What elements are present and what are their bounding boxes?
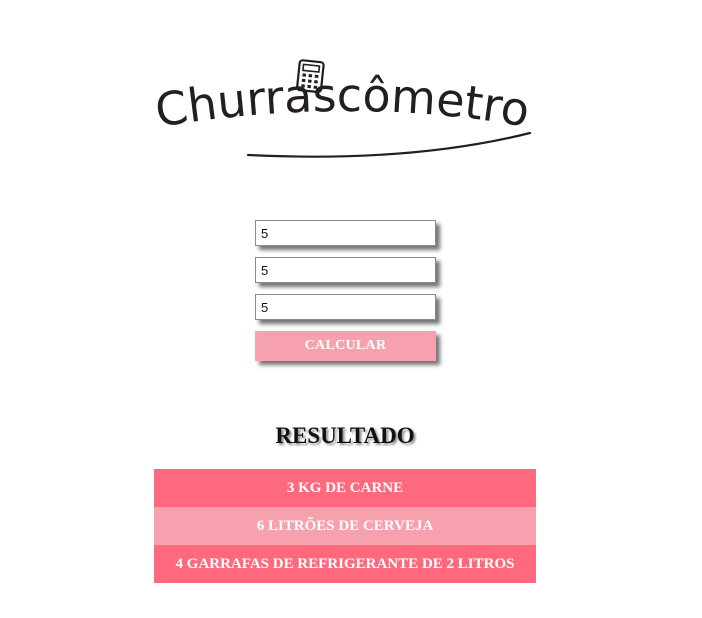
result-item-meat: 3 KG DE CARNE	[154, 469, 536, 507]
result-list: 3 KG DE CARNE 6 LITRÕES DE CERVEJA 4 GAR…	[154, 469, 536, 583]
logo-text: Churrascômetro	[152, 68, 534, 138]
quantity-input-2[interactable]	[255, 257, 436, 283]
logo-underline	[246, 131, 532, 158]
calculate-button[interactable]: CALCULAR	[255, 331, 436, 361]
result-item-beer: 6 LITRÕES DE CERVEJA	[154, 507, 536, 545]
logo: Churrascômetro	[150, 55, 540, 170]
quantity-input-3[interactable]	[255, 294, 436, 320]
result-item-soda: 4 GARRAFAS DE REFRIGERANTE DE 2 LITROS	[154, 545, 536, 583]
result-title: RESULTADO	[275, 423, 415, 448]
quantity-input-1[interactable]	[255, 220, 436, 246]
